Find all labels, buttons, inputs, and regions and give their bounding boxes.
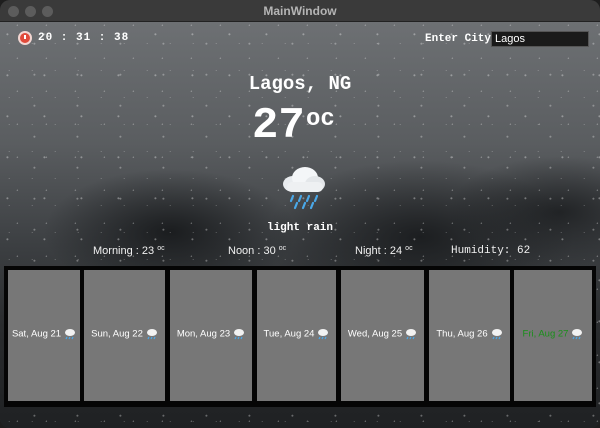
condition-text: light rain xyxy=(266,222,333,234)
forecast-day-label: Wed, Aug 25 xyxy=(347,328,403,340)
forecast-card[interactable]: Sun, Aug 22 xyxy=(84,270,165,401)
forecast-day-label: Thu, Aug 26 xyxy=(436,328,488,340)
morning-unit: oc xyxy=(157,245,165,252)
forecast-day-label: Mon, Aug 23 xyxy=(176,328,231,340)
main-window: MainWindow 20 : 31 : 38 Enter City Lagos… xyxy=(0,0,600,428)
forecast-day-label: Fri, Aug 27 xyxy=(522,328,569,340)
forecast-card[interactable]: Tue, Aug 24 xyxy=(257,270,336,401)
forecast-day-label: Sat, Aug 21 xyxy=(11,328,62,340)
rain-cloud-icon xyxy=(491,329,502,340)
forecast-strip: Sat, Aug 21 Sun, Aug 22 Mon, Aug 23 Tue,… xyxy=(4,266,596,407)
night-temp: Night : 24 oc xyxy=(355,245,413,257)
morning-value: 23 xyxy=(141,245,155,257)
forecast-card[interactable]: Wed, Aug 25 xyxy=(341,270,424,401)
night-value: 24 xyxy=(389,245,403,257)
rain-cloud-icon xyxy=(234,329,245,340)
location-title: Lagos, NG xyxy=(248,73,352,95)
rain-cloud-icon xyxy=(318,329,329,340)
night-unit: oc xyxy=(405,245,413,252)
forecast-card-today[interactable]: Fri, Aug 27 xyxy=(514,270,592,401)
noon-unit: oc xyxy=(278,245,287,252)
forecast-card[interactable]: Thu, Aug 26 xyxy=(429,270,510,401)
morning-label: Morning : xyxy=(93,245,142,257)
window-title: MainWindow xyxy=(263,4,337,18)
current-temperature: 27 xyxy=(252,101,305,151)
clock: 20 : 31 : 38 xyxy=(18,31,129,45)
noon-label: Noon : xyxy=(228,245,264,257)
forecast-day-label: Sun, Aug 22 xyxy=(91,328,143,340)
title-bar: MainWindow xyxy=(0,0,600,22)
rain-cloud-icon xyxy=(146,329,157,340)
clock-time: 20 : 31 : 38 xyxy=(38,32,130,44)
noon-value: 30 xyxy=(263,245,276,257)
rain-cloud-icon xyxy=(406,329,417,340)
humidity: Humidity: 62 xyxy=(451,245,531,257)
city-input[interactable] xyxy=(491,31,589,47)
morning-temp: Morning : 23 oc xyxy=(93,245,165,257)
night-label: Night : xyxy=(355,245,390,257)
alarm-clock-icon xyxy=(18,31,32,45)
rain-cloud-icon xyxy=(572,329,583,340)
forecast-card[interactable]: Sat, Aug 21 xyxy=(8,270,80,401)
temperature-unit: oc xyxy=(306,106,335,133)
noon-temp: Noon : 30 oc xyxy=(228,245,286,257)
city-label: Enter City xyxy=(425,33,492,45)
forecast-day-label: Tue, Aug 24 xyxy=(263,328,315,340)
forecast-card[interactable]: Mon, Aug 23 xyxy=(170,270,252,401)
rain-cloud-icon xyxy=(65,329,76,340)
rain-cloud-icon xyxy=(283,167,325,210)
